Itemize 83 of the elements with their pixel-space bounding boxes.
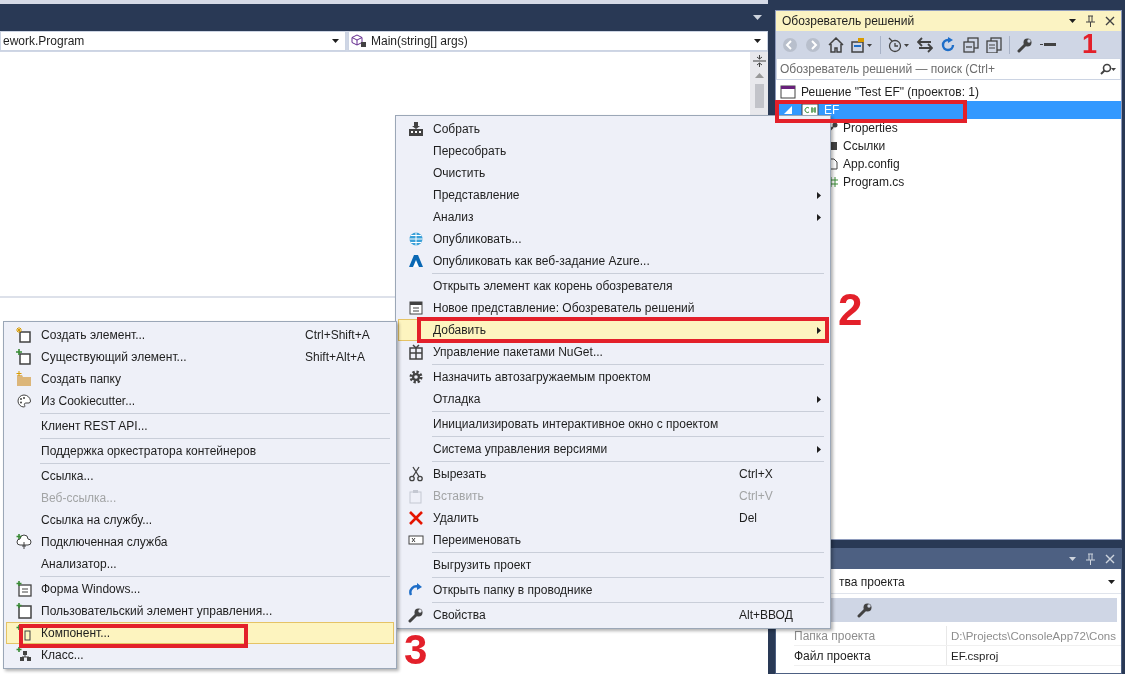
wrench-icon [408, 607, 424, 623]
curved-arrow-icon [408, 582, 424, 598]
property-value[interactable]: EF.csproj [947, 649, 999, 662]
menu-item[interactable]: Опубликовать как веб-задание Azure... [398, 250, 828, 272]
palette-icon [16, 393, 32, 409]
member-dropdown[interactable]: Main(string[] args) [348, 31, 768, 51]
step-number: 1 [1082, 31, 1098, 58]
pin-icon[interactable] [1086, 15, 1095, 27]
dropdown-caret-icon [1108, 580, 1115, 584]
type-dropdown[interactable]: ework.Program [0, 31, 346, 51]
step-number: 2 [838, 288, 863, 332]
menu-item[interactable]: Опубликовать... [398, 228, 828, 250]
menu-item[interactable]: Переименовать [398, 529, 828, 551]
csharp-project-icon [801, 102, 819, 118]
collapse-icon[interactable] [963, 36, 979, 53]
menu-item[interactable]: Свойства Alt+ВВОД [398, 604, 828, 626]
wrench-icon[interactable] [857, 602, 873, 618]
menu-item[interactable]: Назначить автозагружаемым проектом [398, 366, 828, 388]
menu-item[interactable]: Пользовательский элемент управления... [6, 600, 394, 622]
menu-item[interactable]: Класс... [6, 644, 394, 666]
refresh-icon[interactable] [940, 36, 956, 53]
solution-icon [780, 84, 796, 100]
panel-title: Обозреватель решений [782, 14, 916, 28]
split-icon[interactable] [752, 55, 766, 67]
menu-item[interactable]: Существующий элемент... Shift+Alt+A [6, 346, 394, 368]
close-icon[interactable] [1105, 16, 1115, 26]
wrench-icon[interactable] [1017, 36, 1033, 53]
dropdown-caret-icon [332, 39, 339, 43]
menu-item[interactable]: Клиент REST API... [6, 415, 394, 437]
sync-icon[interactable] [917, 36, 933, 53]
dropdown-caret-icon [754, 39, 761, 43]
menu-item[interactable]: Удалить Del [398, 507, 828, 529]
menu-item[interactable]: Создать папку [6, 368, 394, 390]
menu-item[interactable]: Подключенная служба [6, 531, 394, 553]
tree-item[interactable]: Решение "Test EF" (проектов: 1) [776, 83, 1121, 101]
menu-item[interactable]: Собрать [398, 118, 828, 140]
menu-item[interactable]: Открыть элемент как корень обозревателя [398, 275, 828, 297]
menu-item[interactable]: Пересобрать [398, 140, 828, 162]
menu-item[interactable]: Анализатор... [6, 553, 394, 575]
menu-item[interactable]: Отладка [398, 388, 828, 410]
step-number: 3 [404, 629, 428, 671]
component-icon [16, 625, 32, 641]
new-item-icon [16, 327, 32, 343]
clipboard-icon [408, 488, 424, 504]
copy-icon[interactable] [986, 36, 1002, 53]
form-icon [16, 581, 32, 597]
control-icon [16, 603, 32, 619]
search-field[interactable]: Обозреватель решений — поиск (Ctrl+ [776, 58, 1121, 80]
window-icon [408, 300, 424, 316]
menu-item[interactable]: Форма Windows... [6, 578, 394, 600]
property-name: Файл проекта [794, 646, 947, 665]
menu-item[interactable]: Система управления версиями [398, 438, 828, 460]
method-icon [351, 34, 367, 48]
menu-item[interactable]: Новое представление: Обозреватель решений [398, 297, 828, 319]
menu-item[interactable]: Анализ [398, 206, 828, 228]
service-icon [16, 534, 32, 550]
menu-item[interactable]: Поддержка оркестратора контейнеров [6, 440, 394, 462]
menu-item[interactable]: Вырезать Ctrl+X [398, 463, 828, 485]
rename-icon [408, 532, 424, 548]
menu-item[interactable]: Создать элемент... Ctrl+Shift+A [6, 324, 394, 346]
azure-icon [408, 253, 424, 269]
globe-icon [408, 231, 424, 247]
folder-icon [16, 371, 32, 387]
scissors-icon [408, 466, 424, 482]
tab-list-caret-icon[interactable] [753, 15, 762, 20]
menu-item[interactable]: Ссылка на службу... [6, 509, 394, 531]
menu-item[interactable]: Ссылка... [6, 465, 394, 487]
scrollbar-thumb[interactable] [754, 84, 764, 108]
panel-menu-caret-icon[interactable] [1069, 19, 1076, 23]
gear-icon [408, 369, 424, 385]
search-icon[interactable] [1100, 63, 1116, 75]
package-icon [408, 344, 424, 360]
history-icon[interactable] [888, 36, 910, 53]
home-icon[interactable] [828, 36, 844, 53]
add-item-icon [16, 349, 32, 365]
menu-item[interactable]: Из Cookiecutter... [6, 390, 394, 412]
class-icon [16, 647, 32, 663]
build-icon [408, 121, 424, 137]
menu-item[interactable]: Инициализировать интерактивное окно с проектом [398, 413, 828, 435]
menu-item[interactable]: Управление пакетами NuGet... [398, 341, 828, 363]
delete-icon [408, 510, 424, 526]
switch-views-icon[interactable] [851, 36, 873, 53]
csharp-file-icon [828, 176, 838, 188]
